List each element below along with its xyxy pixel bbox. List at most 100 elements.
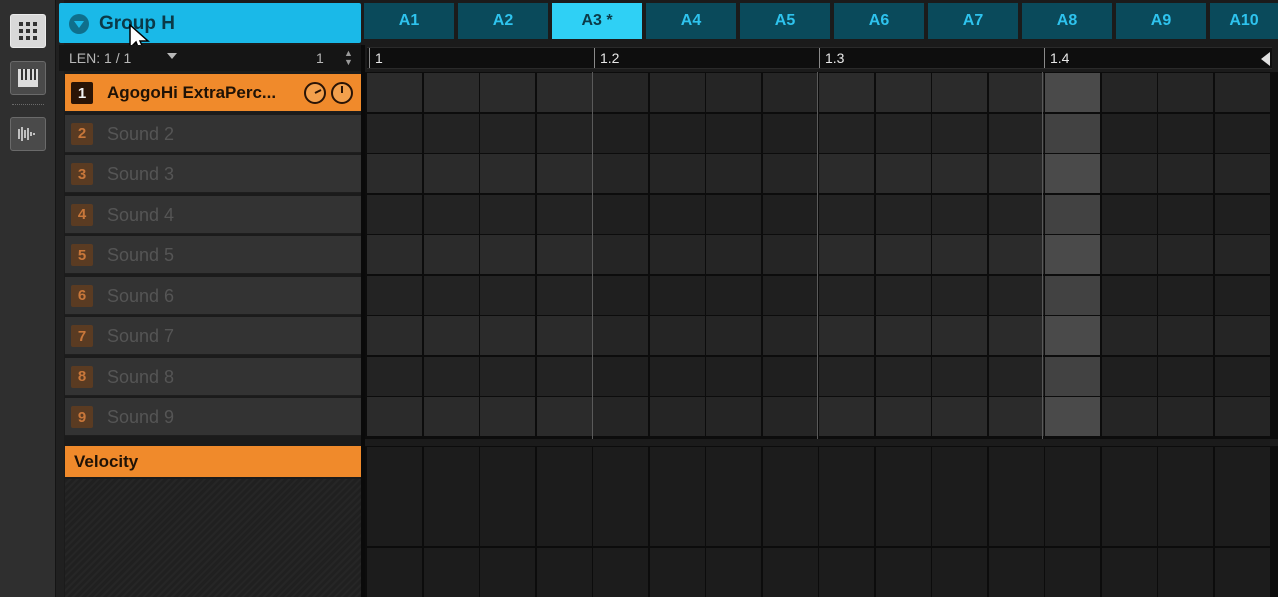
step-cell[interactable]	[706, 154, 761, 193]
step-cell[interactable]	[367, 154, 422, 193]
keyboard-view-button[interactable]	[10, 61, 46, 95]
sound-slot[interactable]: 5 Sound 5	[65, 236, 361, 274]
step-cell[interactable]	[1101, 73, 1157, 112]
velocity-cell[interactable]	[762, 447, 818, 546]
step-cell[interactable]	[1045, 316, 1100, 355]
step-cell[interactable]	[593, 316, 648, 355]
swing-knob-icon[interactable]	[304, 82, 326, 104]
step-cell[interactable]	[819, 356, 874, 396]
velocity-cell[interactable]	[706, 548, 761, 597]
step-cell[interactable]	[649, 73, 705, 112]
step-cell[interactable]	[593, 356, 648, 396]
step-cell[interactable]	[649, 397, 705, 436]
step-cell[interactable]	[1214, 73, 1270, 112]
step-cell[interactable]	[819, 194, 874, 234]
step-cell[interactable]	[423, 356, 479, 396]
step-cell[interactable]	[932, 194, 987, 234]
step-cell[interactable]	[536, 73, 592, 112]
step-cell[interactable]	[1158, 154, 1213, 193]
step-cell[interactable]	[536, 194, 592, 234]
velocity-cell[interactable]	[875, 548, 931, 597]
step-cell[interactable]	[367, 397, 422, 436]
step-cell[interactable]	[932, 154, 987, 193]
step-cell[interactable]	[593, 113, 648, 153]
sound-slot[interactable]: 9 Sound 9	[65, 398, 361, 436]
step-cell[interactable]	[875, 275, 931, 315]
group-menu-button[interactable]	[69, 14, 89, 34]
velocity-cell[interactable]	[480, 447, 535, 546]
length-stepper[interactable]: ▲ ▼	[344, 49, 353, 67]
step-cell[interactable]	[819, 154, 874, 193]
step-cell[interactable]	[367, 356, 422, 396]
step-cell[interactable]	[480, 194, 535, 234]
velocity-cell[interactable]	[1101, 447, 1157, 546]
step-cell[interactable]	[932, 235, 987, 274]
step-cell[interactable]	[480, 154, 535, 193]
step-cell[interactable]	[762, 356, 818, 396]
step-cell[interactable]	[593, 73, 648, 112]
velocity-cell[interactable]	[988, 548, 1044, 597]
step-cell[interactable]	[1158, 275, 1213, 315]
step-cell[interactable]	[1214, 113, 1270, 153]
pattern-tab[interactable]: A4	[646, 3, 736, 39]
step-cell[interactable]	[593, 194, 648, 234]
step-cell[interactable]	[1158, 356, 1213, 396]
step-cell[interactable]	[480, 73, 535, 112]
step-cell[interactable]	[1101, 194, 1157, 234]
step-cell[interactable]	[649, 235, 705, 274]
step-cell[interactable]	[593, 154, 648, 193]
step-cell[interactable]	[1101, 154, 1157, 193]
step-cell[interactable]	[649, 154, 705, 193]
step-cell[interactable]	[593, 397, 648, 436]
step-cell[interactable]	[1101, 316, 1157, 355]
step-cell[interactable]	[988, 316, 1044, 355]
step-cell[interactable]	[706, 194, 761, 234]
step-cell[interactable]	[988, 235, 1044, 274]
step-cell[interactable]	[423, 194, 479, 234]
velocity-cell[interactable]	[875, 447, 931, 546]
step-cell[interactable]	[1158, 113, 1213, 153]
step-cell[interactable]	[480, 113, 535, 153]
step-cell[interactable]	[1045, 113, 1100, 153]
velocity-cell[interactable]	[536, 447, 592, 546]
step-cell[interactable]	[1101, 397, 1157, 436]
pattern-tab[interactable]: A1	[364, 3, 454, 39]
step-cell[interactable]	[367, 235, 422, 274]
step-cell[interactable]	[480, 235, 535, 274]
velocity-cell[interactable]	[1045, 447, 1100, 546]
step-cell[interactable]	[649, 194, 705, 234]
step-cell[interactable]	[1158, 235, 1213, 274]
velocity-cell[interactable]	[536, 548, 592, 597]
velocity-cell[interactable]	[1045, 548, 1100, 597]
velocity-cell[interactable]	[819, 447, 874, 546]
pattern-tab[interactable]: A6	[834, 3, 924, 39]
sound-slot[interactable]: 1 AgogoHi ExtraPerc...	[65, 74, 361, 112]
velocity-cell[interactable]	[423, 548, 479, 597]
sound-slot[interactable]: 8 Sound 8	[65, 357, 361, 396]
pattern-tab[interactable]: A3 *	[552, 3, 642, 39]
step-cell[interactable]	[1158, 316, 1213, 355]
step-cell[interactable]	[988, 397, 1044, 436]
sound-slot[interactable]: 3 Sound 3	[65, 155, 361, 193]
pattern-tab[interactable]: A9	[1116, 3, 1206, 39]
step-cell[interactable]	[762, 154, 818, 193]
step-cell[interactable]	[819, 73, 874, 112]
velocity-cell[interactable]	[1158, 447, 1213, 546]
step-sequencer-grid[interactable]	[365, 72, 1278, 439]
step-cell[interactable]	[932, 275, 987, 315]
step-cell[interactable]	[1214, 154, 1270, 193]
sound-slot[interactable]: 7 Sound 7	[65, 317, 361, 355]
velocity-cell[interactable]	[593, 447, 648, 546]
step-cell[interactable]	[536, 356, 592, 396]
velocity-cell[interactable]	[932, 447, 987, 546]
step-cell[interactable]	[1101, 356, 1157, 396]
step-cell[interactable]	[932, 356, 987, 396]
step-cell[interactable]	[1101, 275, 1157, 315]
step-cell[interactable]	[1101, 235, 1157, 274]
step-cell[interactable]	[1045, 73, 1100, 112]
step-cell[interactable]	[706, 316, 761, 355]
step-cell[interactable]	[367, 73, 422, 112]
velocity-cell[interactable]	[593, 548, 648, 597]
step-cell[interactable]	[480, 397, 535, 436]
step-cell[interactable]	[875, 73, 931, 112]
